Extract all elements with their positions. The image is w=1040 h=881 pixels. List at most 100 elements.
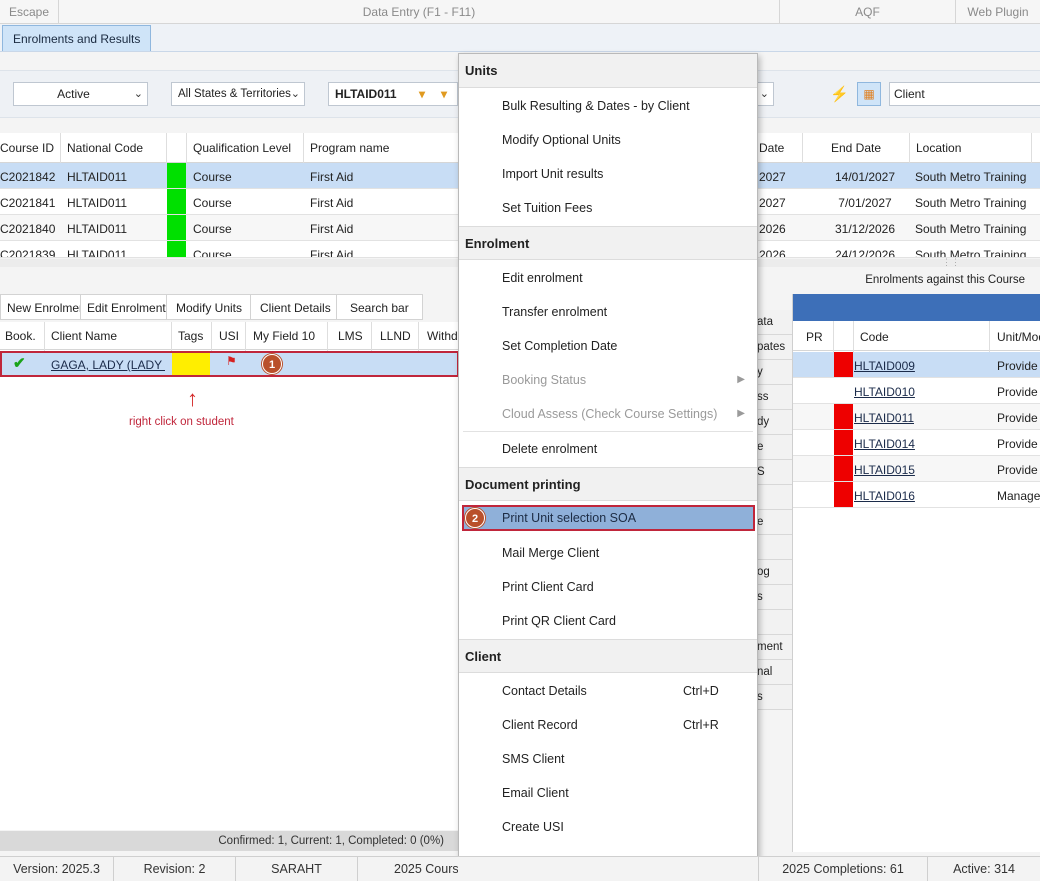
col-tags[interactable]: Tags: [178, 329, 203, 343]
menu-sms-client[interactable]: SMS Client: [459, 742, 757, 776]
menu-email-client[interactable]: Email Client: [459, 776, 757, 810]
grid-filter-icon[interactable]: ▦: [857, 82, 881, 106]
col-withdrawn[interactable]: Withdr: [427, 329, 458, 343]
col-course-id[interactable]: Course ID: [0, 141, 54, 155]
menu-cloud-assess[interactable]: Cloud Assess (Check Course Settings) ▶: [459, 397, 757, 431]
col-unit-module[interactable]: Unit/Mod: [997, 330, 1040, 344]
menu-transfer-enrolment[interactable]: Transfer enrolment: [459, 295, 757, 329]
col-qualification-level[interactable]: Qualification Level: [193, 141, 291, 155]
status-combo[interactable]: Active ⌄: [13, 82, 148, 106]
menu-edit-enrolment[interactable]: Edit enrolment: [459, 261, 757, 295]
escape-button[interactable]: Escape: [0, 0, 59, 24]
col-llnd[interactable]: LLND: [380, 329, 411, 343]
unit-status-flag: [834, 352, 853, 377]
unit-status-flag: [834, 482, 853, 507]
unit-row[interactable]: HLTAID014 Provide A: [793, 430, 1040, 456]
aqf-menu[interactable]: AQF: [780, 0, 956, 24]
modify-units-button[interactable]: Modify Units: [166, 294, 253, 320]
col-national-code[interactable]: National Code: [67, 141, 143, 155]
side-menu-item[interactable]: ss: [757, 385, 792, 410]
units-grid-banner: [793, 294, 1040, 321]
col-usi[interactable]: USI: [219, 329, 239, 343]
unit-description: Provide A: [997, 437, 1040, 451]
col-code[interactable]: Code: [860, 330, 889, 344]
search-bar-button[interactable]: Search bar: [336, 294, 423, 320]
menu-import-unit-results[interactable]: Import Unit results: [459, 157, 757, 191]
side-menu-item[interactable]: s: [757, 585, 792, 610]
filter-icon[interactable]: ▾: [419, 83, 425, 105]
search-input[interactable]: Client: [889, 82, 1040, 106]
col-program-name[interactable]: Program name: [310, 141, 389, 155]
course-code-filter[interactable]: HLTAID011 ▾ ▾: [328, 82, 458, 106]
unit-code-link[interactable]: HLTAID015: [854, 463, 915, 477]
col-client-name[interactable]: Client Name: [51, 329, 117, 343]
unit-row[interactable]: HLTAID015 Provide a: [793, 456, 1040, 482]
clear-filter-icon[interactable]: ▾: [441, 83, 447, 105]
unit-code-link[interactable]: HLTAID011: [854, 411, 914, 425]
course-id: C2021840: [0, 222, 56, 236]
unit-row[interactable]: HLTAID011 Provide F: [793, 404, 1040, 430]
side-menu-item[interactable]: S: [757, 460, 792, 485]
col-start-date[interactable]: Date: [759, 141, 784, 155]
side-menu-item[interactable]: y: [757, 360, 792, 385]
menu-bulk-resulting[interactable]: Bulk Resulting & Dates - by Client: [459, 89, 757, 123]
side-menu-item[interactable]: e: [757, 510, 792, 535]
col-lms[interactable]: LMS: [338, 329, 363, 343]
unit-description: Provide c: [997, 359, 1040, 373]
units-grid: PR Code Unit/Mod HLTAID009 Provide c HLT…: [792, 294, 1040, 852]
side-menu-item[interactable]: og: [757, 560, 792, 585]
step-1-badge: 1: [262, 354, 282, 374]
side-menu-item[interactable]: nal: [757, 660, 792, 685]
menu-booking-status[interactable]: Booking Status ▶: [459, 363, 757, 397]
unit-row[interactable]: HLTAID010 Provide b: [793, 378, 1040, 404]
unit-row[interactable]: HLTAID009 Provide c: [793, 352, 1040, 378]
side-menu-item[interactable]: e: [757, 435, 792, 460]
menu-client-record[interactable]: Client Record Ctrl+R: [459, 708, 757, 742]
menu-set-completion-date[interactable]: Set Completion Date: [459, 329, 757, 363]
enrolment-grid: Book. Client Name Tags USI My Field 10 L…: [0, 322, 459, 830]
unit-description: Provide b: [997, 385, 1040, 399]
unit-code-link[interactable]: HLTAID016: [854, 489, 915, 503]
menu-print-client-card[interactable]: Print Client Card: [459, 570, 757, 604]
national-code: HLTAID011: [67, 196, 128, 210]
menu-print-unit-selection-soa[interactable]: Print Unit selection SOA: [462, 505, 755, 531]
menu-create-usi[interactable]: Create USI: [459, 810, 757, 844]
side-menu-item[interactable]: [757, 485, 792, 510]
col-my-field-10[interactable]: My Field 10: [253, 329, 315, 343]
start-date: 2026: [759, 248, 786, 258]
menu-contact-details[interactable]: Contact Details Ctrl+D: [459, 674, 757, 708]
side-menu-item[interactable]: pates: [757, 335, 792, 360]
col-end-date[interactable]: End Date: [831, 141, 881, 155]
web-plugin-menu[interactable]: Web Plugin: [956, 0, 1040, 24]
unit-row[interactable]: HLTAID016 Manage f: [793, 482, 1040, 508]
status-value: Active: [57, 87, 90, 101]
side-menu-item[interactable]: ment: [757, 635, 792, 660]
menu-delete-enrolment[interactable]: Delete enrolment: [459, 432, 757, 466]
states-combo[interactable]: All States & Territories ⌄: [171, 82, 305, 106]
col-book[interactable]: Book.: [5, 329, 36, 343]
col-pr[interactable]: PR: [806, 330, 823, 344]
side-menu-item[interactable]: s: [757, 685, 792, 710]
side-menu-item[interactable]: dy: [757, 410, 792, 435]
menu-set-tuition-fees[interactable]: Set Tuition Fees: [459, 191, 757, 225]
lightning-icon[interactable]: ⚡: [830, 85, 849, 103]
side-menu-item[interactable]: [757, 610, 792, 635]
menu-print-qr-client-card[interactable]: Print QR Client Card: [459, 604, 757, 638]
combo-dropdown[interactable]: ⌄: [757, 82, 774, 106]
client-details-button[interactable]: Client Details: [250, 294, 341, 320]
end-date: 14/01/2027: [834, 170, 896, 184]
right-panel-title: Enrolments against this Course: [865, 274, 1025, 286]
location: South Metro Training C: [915, 248, 1028, 258]
unit-code-link[interactable]: HLTAID010: [854, 385, 915, 399]
menu-mail-merge-client[interactable]: Mail Merge Client: [459, 536, 757, 570]
edit-enrolment-button[interactable]: Edit Enrolment: [80, 294, 173, 320]
side-menu-item[interactable]: ata: [757, 310, 792, 335]
side-menu-item[interactable]: [757, 535, 792, 560]
col-location[interactable]: Location: [916, 141, 961, 155]
menu-modify-optional-units[interactable]: Modify Optional Units: [459, 123, 757, 157]
unit-code-link[interactable]: HLTAID009: [854, 359, 915, 373]
unit-code-link[interactable]: HLTAID014: [854, 437, 915, 451]
course-code-value: HLTAID011: [335, 87, 397, 101]
data-entry-menu[interactable]: Data Entry (F1 - F11): [59, 0, 780, 24]
tab-enrolments-and-results[interactable]: Enrolments and Results: [2, 25, 152, 51]
